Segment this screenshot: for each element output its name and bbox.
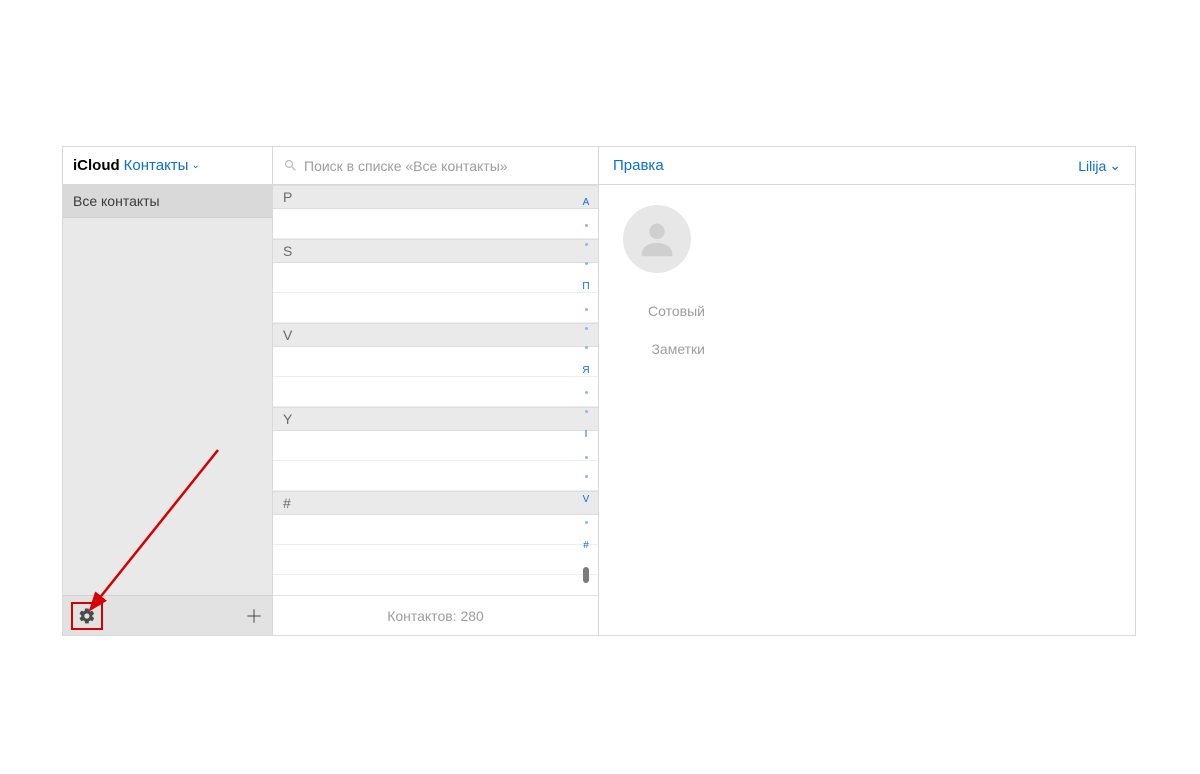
contact-count: Контактов: 280: [273, 595, 598, 635]
index-letter[interactable]: А: [583, 197, 590, 208]
search-placeholder: Поиск в списке «Все контакты»: [304, 158, 508, 174]
sidebar-item-all-contacts[interactable]: Все контакты: [63, 185, 272, 218]
contact-scroll[interactable]: P S V Y #: [273, 185, 598, 595]
field-notes: Заметки: [623, 341, 1111, 357]
index-dot: [585, 262, 588, 265]
avatar: [623, 205, 691, 273]
edit-button[interactable]: Правка: [613, 157, 664, 174]
list-item[interactable]: [273, 575, 598, 595]
section-header: S: [273, 239, 598, 263]
section-header: V: [273, 323, 598, 347]
account-name: Lilija: [1078, 158, 1106, 174]
settings-button[interactable]: [78, 607, 96, 625]
index-dot: [585, 308, 588, 311]
plus-icon: [244, 606, 264, 626]
index-dot: [585, 243, 588, 246]
index-dot: [585, 346, 588, 349]
section-header: Y: [273, 407, 598, 431]
gear-icon: [78, 607, 96, 625]
search-icon: [283, 158, 298, 173]
list-item[interactable]: [273, 347, 598, 377]
phone-label: Сотовый: [623, 303, 719, 319]
list-item[interactable]: [273, 209, 598, 239]
notes-label: Заметки: [623, 341, 719, 357]
contacts-window: iCloud Контакты ⌄ Все контакты: [62, 146, 1136, 636]
field-phone: Сотовый: [623, 303, 1111, 319]
index-dot: [585, 391, 588, 394]
alpha-index[interactable]: А П Я I V #: [578, 191, 594, 589]
list-item[interactable]: [273, 461, 598, 491]
contacts-dropdown-label: Контакты: [124, 157, 189, 174]
index-dot: [585, 410, 588, 413]
list-item[interactable]: [273, 377, 598, 407]
account-menu[interactable]: Lilija ⌄: [1078, 157, 1121, 174]
index-letter[interactable]: Я: [582, 365, 589, 376]
list-item[interactable]: [273, 545, 598, 575]
brand-label: iCloud: [73, 157, 120, 174]
index-letter[interactable]: I: [585, 429, 588, 440]
index-dot: [585, 327, 588, 330]
contacts-dropdown[interactable]: Контакты ⌄: [124, 157, 200, 174]
gear-highlight: [71, 602, 103, 630]
list-item[interactable]: [273, 431, 598, 461]
list-item[interactable]: [273, 263, 598, 293]
sidebar-item-label: Все контакты: [73, 193, 160, 209]
sidebar-body: Все контакты: [63, 185, 272, 595]
index-dot: [585, 456, 588, 459]
sidebar-header: iCloud Контакты ⌄: [63, 147, 272, 185]
contact-list-pane: Поиск в списке «Все контакты» P S V Y #: [273, 147, 599, 635]
index-dot: [585, 224, 588, 227]
sidebar: iCloud Контакты ⌄ Все контакты: [63, 147, 273, 635]
section-header: #: [273, 491, 598, 515]
index-letter[interactable]: #: [583, 540, 589, 551]
sidebar-footer: [63, 595, 272, 635]
index-letter[interactable]: П: [582, 281, 589, 292]
person-icon: [634, 216, 680, 262]
search-field[interactable]: Поиск в списке «Все контакты»: [273, 147, 598, 185]
index-dot: [585, 521, 588, 524]
chevron-down-icon: ⌄: [1109, 157, 1121, 174]
add-contact-button[interactable]: [244, 606, 264, 626]
index-letter[interactable]: V: [583, 494, 590, 505]
chevron-down-icon: ⌄: [191, 160, 199, 171]
scrollbar-thumb[interactable]: [583, 567, 589, 583]
list-item[interactable]: [273, 515, 598, 545]
detail-body: Сотовый Заметки: [599, 185, 1135, 399]
list-item[interactable]: [273, 293, 598, 323]
section-header: P: [273, 185, 598, 209]
detail-pane: Правка Lilija ⌄ Сотовый Заметки: [599, 147, 1135, 635]
index-dot: [585, 475, 588, 478]
detail-header: Правка Lilija ⌄: [599, 147, 1135, 185]
